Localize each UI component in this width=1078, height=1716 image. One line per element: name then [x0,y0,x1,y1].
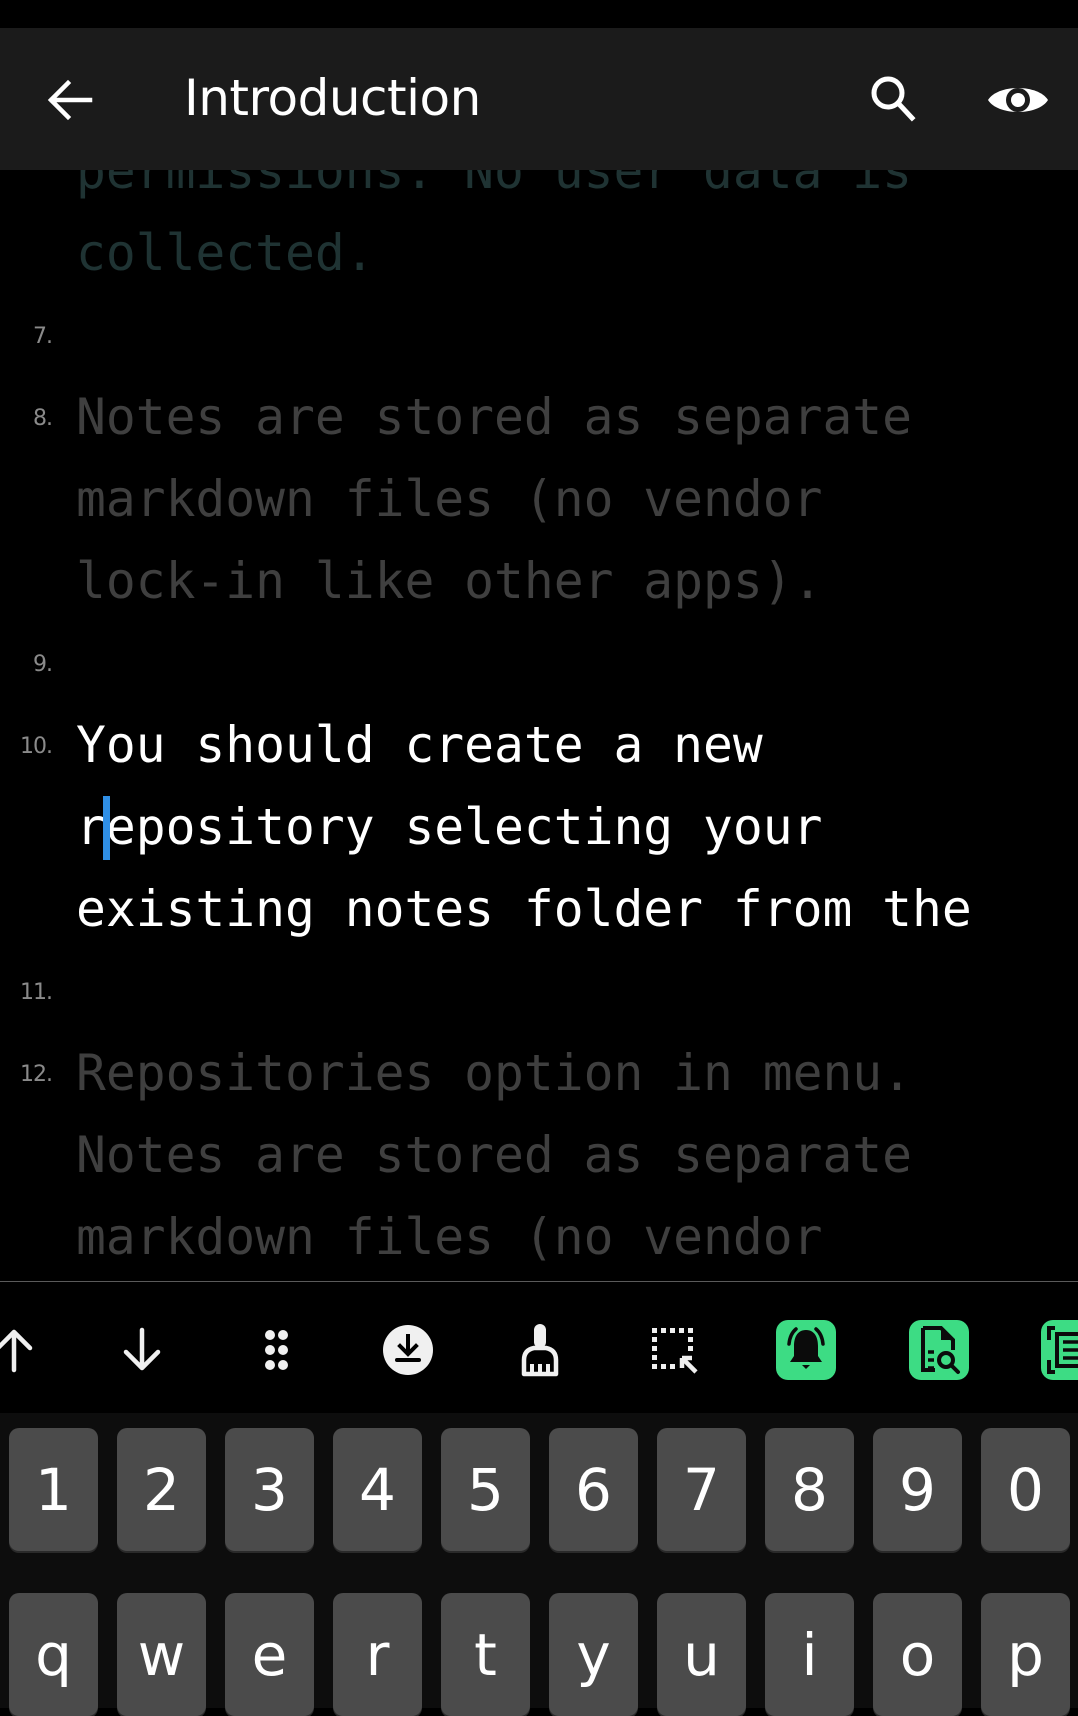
download-circle-icon [383,1325,433,1375]
editor-line[interactable]: 8. Notes are stored as separate [0,376,1078,458]
key-t[interactable]: t [441,1593,530,1716]
document-search-button[interactable] [909,1320,969,1380]
editor-line[interactable]: markdown files (no vendor [0,1196,1078,1278]
back-button[interactable] [44,74,96,126]
drag-handle-icon [265,1330,288,1370]
move-line-up-icon [0,1329,33,1373]
page-title: Introduction [184,69,481,127]
key-u[interactable]: u [657,1593,746,1716]
key-3[interactable]: 3 [225,1428,314,1551]
text-cursor [102,796,110,860]
editor-line[interactable]: repository selecting your [0,786,1078,868]
markdown-editor[interactable]: permissions. No user data is collected. 7.… [0,0,1078,1281]
clean-brush-icon [521,1324,559,1377]
key-5[interactable]: 5 [441,1428,530,1551]
line-number: 7. [33,324,53,349]
line-text[interactable]: existing notes folder from the [76,868,972,950]
key-p[interactable]: p [981,1593,1070,1716]
eye-preview-icon [988,88,1048,112]
line-number: 9. [33,652,53,677]
key-2[interactable]: 2 [117,1428,206,1551]
line-text[interactable]: collected. [76,212,375,294]
key-7[interactable]: 7 [657,1428,746,1551]
key-i[interactable]: i [765,1593,854,1716]
scan-text-icon [1047,1326,1078,1374]
move-line-down-icon [123,1327,161,1371]
key-e[interactable]: e [225,1593,314,1716]
soft-keyboard: 1234567890 qwertyuiop [0,1413,1078,1716]
preview-toggle-button[interactable] [986,76,1050,124]
markdown-toolbar [0,1282,1078,1413]
line-text[interactable]: repository selecting your [76,786,822,868]
search-button[interactable] [866,72,922,128]
key-w[interactable]: w [117,1593,206,1716]
editor-line[interactable]: markdown files (no vendor [0,458,1078,540]
move-line-down-button[interactable] [112,1320,172,1380]
line-number: 10. [20,734,53,759]
line-text[interactable]: markdown files (no vendor [76,1196,822,1278]
line-number: 8. [33,406,53,431]
line-text[interactable]: Notes are stored as separate [76,1114,912,1196]
key-y[interactable]: y [549,1593,638,1716]
line-text[interactable]: markdown files (no vendor [76,458,822,540]
app-bar: Introduction [0,28,1078,170]
editor-line[interactable]: lock-in like other apps). [0,540,1078,622]
editor-line[interactable]: 7. [0,294,1078,376]
key-4[interactable]: 4 [333,1428,422,1551]
line-text[interactable]: Notes are stored as separate [76,376,912,458]
key-q[interactable]: q [9,1593,98,1716]
drag-handle-button[interactable] [246,1320,306,1380]
editor-line[interactable]: 9. [0,622,1078,704]
line-text[interactable]: lock-in like other apps). [76,540,822,622]
editor-line[interactable]: 12. Repositories option in menu. [0,1032,1078,1114]
key-6[interactable]: 6 [549,1428,638,1551]
select-area-icon [652,1328,698,1374]
editor-line[interactable]: Notes are stored as separate [0,1114,1078,1196]
line-text[interactable]: Repositories option in menu. [76,1032,912,1114]
download-button[interactable] [378,1320,438,1380]
clear-format-button[interactable] [510,1320,570,1380]
scan-text-button[interactable] [1041,1320,1078,1380]
key-r[interactable]: r [333,1593,422,1716]
document-search-icon [921,1326,960,1374]
back-arrow-icon [47,79,93,121]
editor-line[interactable]: 10. You should create a new [0,704,1078,786]
reminder-button[interactable] [776,1320,836,1380]
key-8[interactable]: 8 [765,1428,854,1551]
search-icon [871,76,916,122]
key-o[interactable]: o [873,1593,962,1716]
key-0[interactable]: 0 [981,1428,1070,1551]
line-number: 11. [20,980,53,1005]
editor-line[interactable]: collected. [0,212,1078,294]
bell-alarm-icon [787,1327,825,1369]
key-1[interactable]: 1 [9,1428,98,1551]
select-area-button[interactable] [644,1320,704,1380]
line-number: 12. [20,1062,53,1087]
key-9[interactable]: 9 [873,1428,962,1551]
line-text[interactable]: You should create a new [76,704,763,786]
editor-line[interactable]: 11. [0,950,1078,1032]
move-line-up-button[interactable] [0,1320,44,1380]
editor-line[interactable]: existing notes folder from the [0,868,1078,950]
